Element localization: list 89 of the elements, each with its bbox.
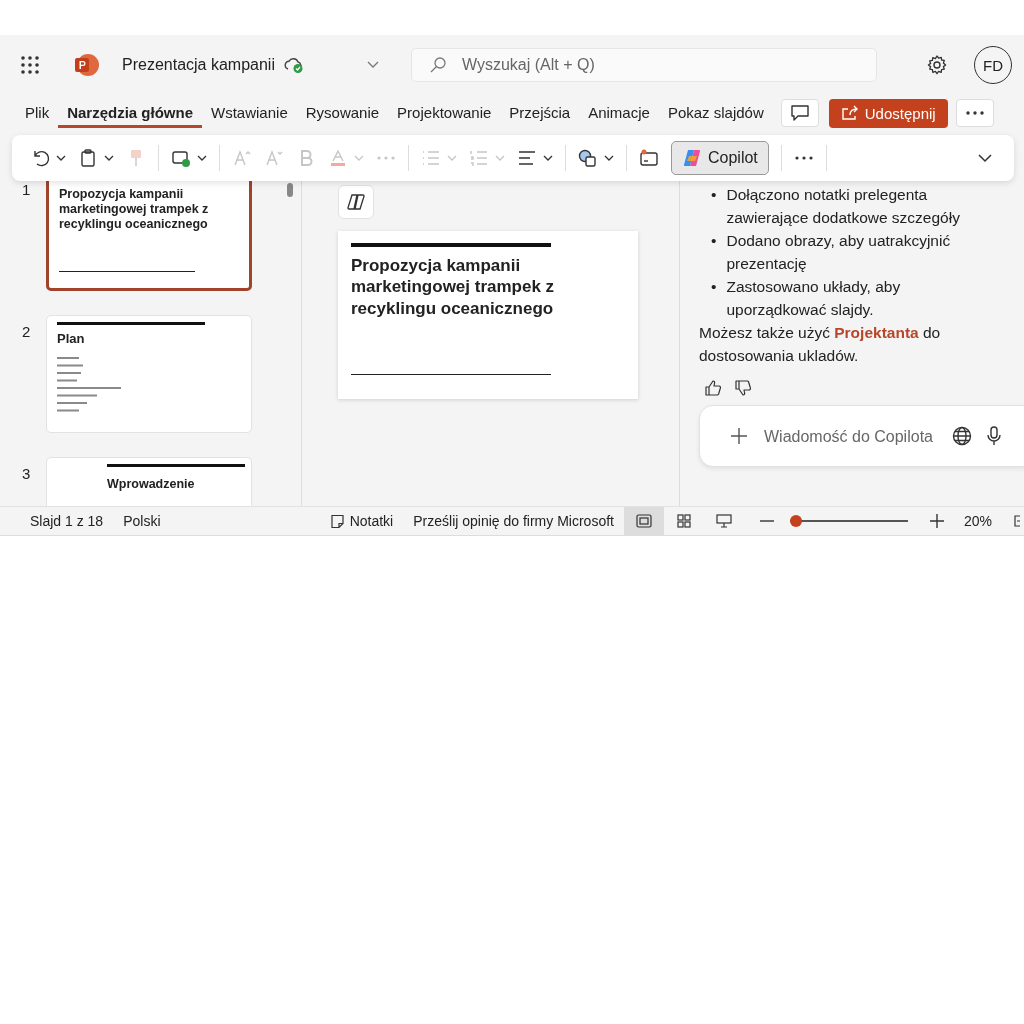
designer-button[interactable] bbox=[639, 148, 659, 168]
slide-number: 2 bbox=[22, 322, 32, 342]
zoom-in-icon[interactable] bbox=[929, 514, 944, 528]
app-launcher-icon[interactable] bbox=[20, 55, 40, 75]
slide-canvas[interactable]: Propozycja kampanii marketingowej trampek z recyklingu oceanicznego bbox=[338, 231, 638, 399]
chevron-down-icon bbox=[604, 154, 614, 162]
text-lines-drawing bbox=[57, 356, 123, 412]
normal-view-icon bbox=[635, 514, 652, 528]
shrink-font-icon bbox=[264, 148, 284, 168]
globe-icon[interactable] bbox=[952, 426, 972, 446]
more-button[interactable] bbox=[793, 156, 814, 160]
plus-icon[interactable] bbox=[730, 427, 748, 445]
bullet-marker: • bbox=[711, 231, 717, 251]
copilot-icon-button[interactable] bbox=[338, 185, 374, 219]
copilot-icon bbox=[346, 193, 366, 211]
slider-thumb[interactable] bbox=[789, 515, 802, 527]
slide-thumbnail[interactable]: Wprowadzenie bbox=[46, 457, 252, 506]
align-button[interactable] bbox=[517, 148, 553, 168]
reading-view-icon bbox=[715, 514, 732, 528]
chevron-down-icon bbox=[447, 154, 457, 162]
notes-button[interactable]: Notatki bbox=[329, 513, 394, 529]
shapes-button[interactable] bbox=[578, 148, 614, 168]
slide-title: Propozycja kampanii marketingowej trampek z recyklingu oceanicznego bbox=[59, 187, 210, 232]
share-button[interactable]: Udostępnij bbox=[828, 98, 948, 128]
document-title[interactable]: Prezentacja kampanii bbox=[122, 56, 275, 74]
paste-button[interactable] bbox=[78, 148, 114, 168]
copilot-button[interactable]: Copilot bbox=[671, 141, 769, 175]
feedback-link[interactable]: Prześlij opinię do firmy Microsoft bbox=[413, 513, 614, 529]
font-color-icon bbox=[328, 148, 348, 168]
ribbon-tab[interactable]: Animacje bbox=[579, 98, 659, 128]
ribbon-tab[interactable]: Projektowanie bbox=[388, 98, 501, 128]
shapes-icon bbox=[578, 148, 598, 168]
expand-ribbon-icon[interactable] bbox=[978, 153, 992, 163]
chevron-down-icon bbox=[543, 154, 553, 162]
copilot-logo-icon bbox=[682, 148, 702, 168]
bullet-text: Zastosowano układy, aby uporządkować slajdy. bbox=[726, 277, 902, 320]
slide-thumbnail[interactable]: Plan bbox=[46, 315, 252, 433]
microphone-icon[interactable] bbox=[986, 426, 1002, 446]
align-icon bbox=[517, 148, 537, 168]
fit-to-window-icon[interactable] bbox=[1012, 514, 1020, 528]
slide-title: Plan bbox=[57, 331, 86, 347]
scrollbar-thumb[interactable] bbox=[287, 183, 293, 197]
more-icon bbox=[965, 111, 984, 115]
slide-title: Propozycja kampanii marketingowej trampek z recyklingu oceanicznego bbox=[351, 255, 556, 319]
more-icon bbox=[793, 156, 814, 160]
bullet-text: Dodano obrazy, aby uatrakcyjnić prezentację bbox=[726, 231, 952, 274]
bullet-marker: • bbox=[711, 277, 717, 297]
slide-thumbnail[interactable]: Propozycja kampanii marketingowej trampek z recyklingu oceanicznego bbox=[46, 181, 252, 291]
ribbon-tab[interactable]: Przejścia bbox=[500, 98, 580, 128]
app-logo-icon bbox=[74, 53, 100, 77]
thumbs-down-icon[interactable] bbox=[734, 379, 752, 397]
slide-number: 3 bbox=[22, 464, 32, 484]
chevron-down-icon bbox=[495, 154, 505, 162]
ribbon-tab[interactable]: Rysowanie bbox=[296, 98, 389, 128]
chevron-down-icon[interactable] bbox=[366, 61, 379, 69]
share-icon bbox=[840, 105, 859, 121]
ribbon-tab[interactable]: Pokaz slajdów bbox=[658, 98, 773, 128]
slide-counter: Slajd 1 z 18 bbox=[30, 513, 104, 529]
search-field[interactable]: Wyszukaj (Alt + Q) bbox=[410, 48, 877, 82]
new-slide-icon bbox=[171, 148, 191, 168]
bullet-marker: • bbox=[711, 185, 717, 205]
slide-number: 1 bbox=[22, 181, 32, 200]
settings-icon[interactable] bbox=[926, 54, 948, 76]
chevron-down-icon bbox=[197, 154, 207, 162]
ribbon-tab[interactable]: Plik bbox=[16, 98, 59, 128]
ribbon-tab[interactable]: Wstawianie bbox=[202, 98, 297, 128]
comments-button[interactable] bbox=[780, 99, 819, 127]
ribbon-tab[interactable]: Narzędzia główne bbox=[58, 98, 203, 128]
chevron-down-icon bbox=[354, 154, 364, 162]
note-icon bbox=[329, 513, 345, 529]
slide-title: Wprowadzenie bbox=[107, 477, 196, 492]
numbering-icon bbox=[469, 148, 489, 168]
new-slide-button[interactable] bbox=[171, 148, 207, 168]
bullets-icon bbox=[421, 148, 441, 168]
grow-font-icon bbox=[232, 148, 252, 168]
language-label[interactable]: Polski bbox=[123, 513, 161, 529]
sorter-view-icon bbox=[675, 514, 692, 528]
more-icon bbox=[376, 156, 396, 160]
paste-icon bbox=[78, 148, 98, 168]
thumbs-up-icon[interactable] bbox=[704, 379, 722, 397]
comment-icon bbox=[789, 104, 810, 122]
designer-icon bbox=[639, 148, 659, 168]
chevron-down-icon bbox=[104, 154, 114, 162]
more-options-button[interactable] bbox=[955, 99, 994, 127]
chat-message: Możesz także użyć Projektanta do dostosowania ukladów. bbox=[699, 323, 942, 366]
bullet-text: Dołączono notatki prelegenta zawierające dodatkowe szczegóły bbox=[726, 185, 961, 228]
normal-view-button[interactable] bbox=[623, 507, 664, 535]
zoom-level[interactable]: 20% bbox=[963, 513, 992, 529]
chevron-down-icon bbox=[56, 154, 66, 162]
